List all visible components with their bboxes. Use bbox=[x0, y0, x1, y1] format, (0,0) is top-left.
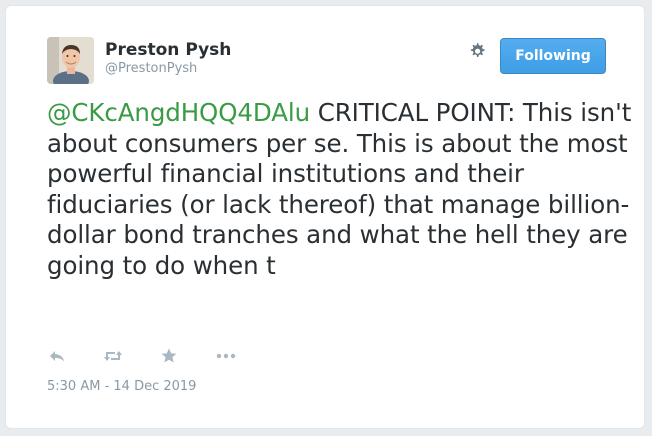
tweet-card: Preston Pysh @PrestonPysh Following @CKc… bbox=[5, 5, 645, 429]
author-name[interactable]: Preston Pysh bbox=[105, 40, 231, 60]
gear-icon[interactable] bbox=[467, 41, 487, 61]
more-icon[interactable] bbox=[215, 346, 237, 366]
author-handle[interactable]: @PrestonPysh bbox=[105, 61, 197, 76]
retweet-icon[interactable] bbox=[102, 346, 124, 366]
avatar-image bbox=[47, 37, 94, 84]
tweet-text: @CKcAngdHQQ4DAlu CRITICAL POINT: This is… bbox=[47, 98, 632, 281]
timestamp[interactable]: 5:30 AM - 14 Dec 2019 bbox=[47, 379, 196, 394]
reply-icon[interactable] bbox=[47, 346, 69, 366]
favorite-icon[interactable] bbox=[159, 346, 181, 366]
mention-link[interactable]: @CKcAngdHQQ4DAlu bbox=[47, 98, 310, 127]
avatar[interactable] bbox=[47, 37, 94, 84]
following-button[interactable]: Following bbox=[500, 38, 606, 74]
